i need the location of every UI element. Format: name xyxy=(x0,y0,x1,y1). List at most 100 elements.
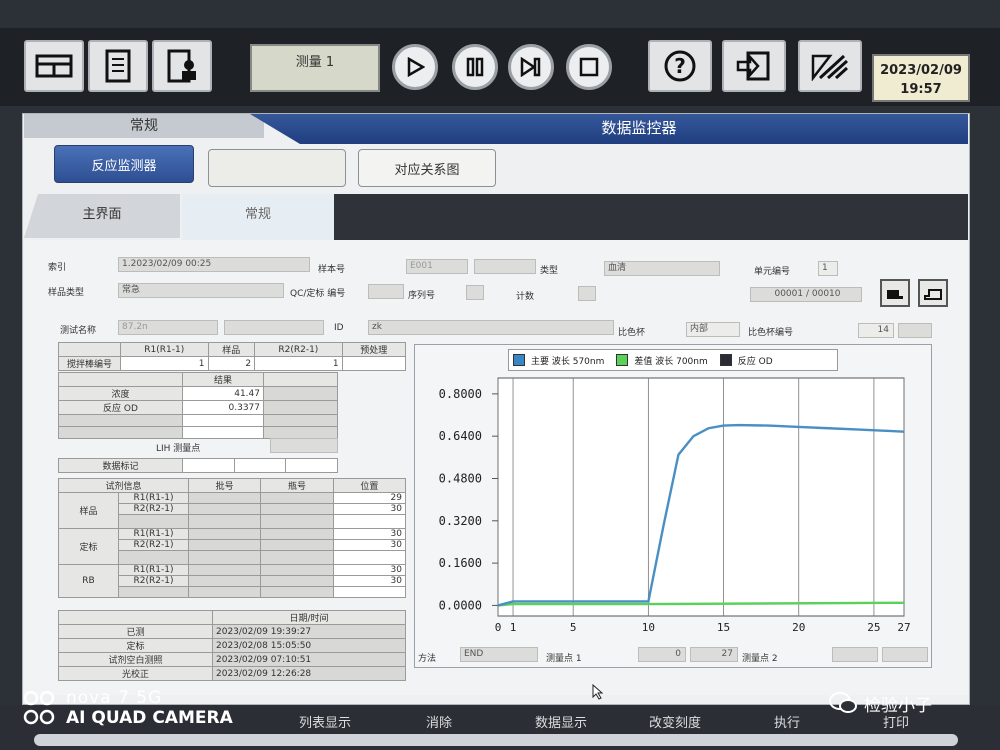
data-display-button[interactable]: 数据显示 xyxy=(506,712,616,731)
point2-b-field xyxy=(882,647,928,662)
result-value-conc: 41.47 xyxy=(182,386,264,401)
camera-watermark: nova 7 5G AI QUAD CAMERA xyxy=(22,688,233,728)
date-label-blank: 试剂空白测照 xyxy=(58,652,213,667)
result-label-conc: 浓度 xyxy=(58,386,183,401)
subtab-routine[interactable]: 常规 xyxy=(182,194,334,240)
index-field: 1.2023/02/09 00:25 xyxy=(118,257,310,272)
next-page-icon xyxy=(924,289,942,300)
tab-relation-chart[interactable]: 对应关系图 xyxy=(358,149,496,187)
mouse-cursor-icon xyxy=(592,684,604,700)
date-value-blank: 2023/02/09 07:10:51 xyxy=(212,652,406,667)
date-value-measured: 2023/02/09 19:39:27 xyxy=(212,624,406,639)
watermark-text: 检验小子 xyxy=(864,695,932,716)
prev-page-button[interactable] xyxy=(880,279,910,307)
test-name-field: 87.2n xyxy=(118,320,218,335)
stir-bar-sample: 2 xyxy=(207,356,256,371)
cuvette-label: 比色杯 xyxy=(618,328,646,338)
y-tick-label: 0.3200 xyxy=(439,514,482,528)
svg-text:?: ? xyxy=(674,54,686,78)
result-label-od: 反应 OD xyxy=(58,400,183,415)
reagent-header-r2: R2(R2-1) xyxy=(254,342,343,357)
reagent-header-empty xyxy=(58,342,121,357)
sample-type-field: 常急 xyxy=(118,283,284,298)
camera-line1: nova 7 5G xyxy=(66,688,163,708)
x-tick-label: 5 xyxy=(570,621,577,634)
group-rb-r2: R2(R2-1) xyxy=(118,575,189,587)
sample-no-field: E001 xyxy=(406,259,468,274)
list-display-button[interactable]: 列表显示 xyxy=(270,712,380,731)
help-icon[interactable]: ? xyxy=(648,40,712,92)
shutdown-icon[interactable] xyxy=(798,40,862,92)
unit-label: 单元编号 xyxy=(754,267,791,277)
group-sample-r1: R1(R1-1) xyxy=(118,492,189,504)
id-label: ID xyxy=(334,323,344,333)
start-icon[interactable] xyxy=(392,44,438,90)
sampling-stop-icon[interactable] xyxy=(508,44,554,90)
point1-b-field: 27 xyxy=(690,647,738,662)
cuvette-field: 内部 xyxy=(686,322,740,337)
date-label-calibration: 定标 xyxy=(58,638,213,653)
group-sample-r1-pos: 29 xyxy=(332,492,407,504)
screen-layout-icon[interactable] xyxy=(24,40,84,92)
login-icon[interactable] xyxy=(722,40,786,92)
next-page-button[interactable] xyxy=(918,279,948,307)
worklist-icon[interactable] xyxy=(88,40,148,92)
bottle-header: 瓶号 xyxy=(260,478,334,493)
reagent-header-r1: R1(R1-1) xyxy=(120,342,209,357)
window-header: 数据监控器 xyxy=(250,114,968,144)
tab-reaction-monitor[interactable]: 反应监测器 xyxy=(54,145,194,183)
group-cal-r1: R1(R1-1) xyxy=(118,528,189,540)
x-tick-label: 1 xyxy=(510,621,517,634)
lih-label: LIH 测量点 xyxy=(156,444,201,454)
qc-field xyxy=(368,284,404,299)
point2-a-field xyxy=(832,647,878,662)
tab-second[interactable] xyxy=(208,149,346,187)
page-indicator: 00001 / 00010 xyxy=(750,287,862,302)
group-rb-r1-pos: 30 xyxy=(332,564,407,576)
patient-icon[interactable] xyxy=(152,40,212,92)
group-sample-r2-pos: 30 xyxy=(332,503,407,515)
execute-button[interactable]: 执行 xyxy=(732,712,842,731)
x-tick-label: 15 xyxy=(717,621,730,634)
x-tick-label: 20 xyxy=(792,621,805,634)
data-mark-label: 数据标记 xyxy=(58,458,183,473)
plot-area xyxy=(497,377,905,617)
id-field: zk xyxy=(368,320,614,335)
bottom-button-rail xyxy=(34,734,958,746)
x-tick-label: 10 xyxy=(642,621,655,634)
point1-a-field: 0 xyxy=(638,647,686,662)
result-table: 结果 浓度 41.47 反应 OD 0.3377 xyxy=(58,372,338,439)
time-text: 19:57 xyxy=(900,82,942,97)
sample-type-label: 样品类型 xyxy=(48,288,85,298)
date-table: 日期/时间 已测 2023/02/09 19:39:27 定标 2023/02/08… xyxy=(58,610,406,681)
group-cal-r2: R2(R2-1) xyxy=(118,539,189,551)
change-scale-button[interactable]: 改变刻度 xyxy=(620,712,730,731)
lot-header: 批号 xyxy=(187,478,262,493)
stop-icon[interactable] xyxy=(566,44,612,90)
group-cal-r2-pos: 30 xyxy=(332,539,407,551)
x-tick-label: 27 xyxy=(897,621,910,634)
method-label: 方法 xyxy=(418,654,437,664)
sample-no-label: 样本号 xyxy=(318,265,346,275)
pause-icon[interactable] xyxy=(452,44,498,90)
count-label: 计数 xyxy=(516,292,535,302)
seq-label: 序列号 xyxy=(408,291,436,301)
reagent-info-header: 试剂信息 xyxy=(58,478,189,493)
lih-field xyxy=(270,438,338,453)
delete-button[interactable]: 消除 xyxy=(384,712,494,731)
x-tick-label: 25 xyxy=(867,621,880,634)
test-name-extra-field xyxy=(224,320,324,335)
reagent-header-pre: 预处理 xyxy=(341,342,407,357)
seq-field xyxy=(466,285,484,300)
stir-bar-pre xyxy=(341,356,407,371)
subtab-main[interactable]: 主界面 xyxy=(24,194,180,238)
y-tick-label: 0.4800 xyxy=(439,471,482,485)
date-label-measured: 已测 xyxy=(58,624,213,639)
unit-field: 1 xyxy=(818,261,838,276)
reagent-info-table: 试剂信息 批号 瓶号 位置 样品 R1(R1-1) 29 R2(R2-1) 30 定标 R1(… xyxy=(58,478,407,598)
group-rb: RB xyxy=(58,564,119,598)
sample-no-extra-field xyxy=(474,259,536,274)
y-tick-label: 0.0000 xyxy=(439,598,482,612)
type-label: 类型 xyxy=(540,266,559,276)
camera-line2: AI QUAD CAMERA xyxy=(66,708,233,728)
